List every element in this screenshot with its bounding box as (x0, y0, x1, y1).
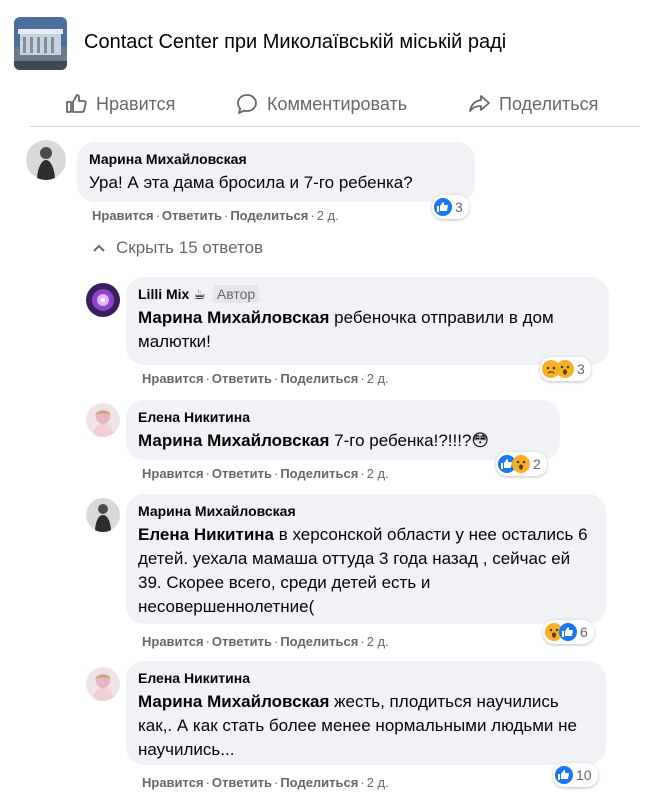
thumbs-up-icon (66, 94, 87, 113)
reply-link[interactable]: Ответить (212, 466, 272, 481)
reaction-summary[interactable]: 3 (432, 195, 469, 219)
wow-icon (512, 455, 530, 473)
reply-bubble: Марина Михайловская Елена Никитина в хер… (126, 494, 606, 624)
timestamp[interactable]: 2 д. (367, 775, 389, 790)
page-avatar[interactable] (14, 17, 67, 70)
like-link[interactable]: Нравится (142, 466, 204, 481)
share-link[interactable]: Поделиться (280, 371, 358, 386)
comment-bubble: Марина Михайловская Ура! А эта дама брос… (77, 142, 475, 202)
reply-author[interactable]: Марина Михайловская (138, 502, 594, 520)
like-link[interactable]: Нравится (142, 634, 204, 649)
reaction-summary[interactable]: 2 (496, 452, 547, 476)
share-link[interactable]: Поделиться (280, 634, 358, 649)
hide-replies-label: Скрыть 15 ответов (116, 238, 264, 257)
reply-link[interactable]: Ответить (212, 775, 272, 790)
reaction-count: 10 (576, 767, 592, 783)
share-button-label: Поделиться (499, 93, 599, 114)
mention-link[interactable]: Марина Михайловская (138, 692, 329, 711)
comment-author[interactable]: Марина Михайловская (89, 150, 463, 168)
reaction-count: 6 (580, 624, 588, 640)
like-button-label: Нравится (96, 93, 176, 114)
reply-bubble: Lilli Mix ☕ Автор Марина Михайловская ре… (126, 277, 609, 365)
comment-button[interactable]: Комментировать (235, 89, 407, 119)
mention-link[interactable]: Марина Михайловская (138, 308, 329, 327)
avatar[interactable] (86, 403, 120, 437)
reaction-count: 3 (577, 361, 585, 377)
reply-meta: Нравится · Ответить · Поделиться · 2 д. (142, 466, 389, 481)
mention-link[interactable]: Марина Михайловская (138, 431, 329, 450)
share-link[interactable]: Поделиться (230, 208, 308, 223)
share-link[interactable]: Поделиться (280, 775, 358, 790)
reply-text: Марина Михайловская жесть, плодиться нау… (138, 692, 577, 759)
avatar[interactable] (86, 283, 120, 317)
reply-link[interactable]: Ответить (212, 634, 272, 649)
reply-meta: Нравится · Ответить · Поделиться · 2 д. (142, 634, 389, 649)
reply-author[interactable]: Елена Никитина (138, 669, 594, 687)
avatar[interactable] (86, 498, 120, 532)
reply-text: Елена Никитина в херсонской области у не… (138, 525, 588, 616)
like-icon (555, 766, 573, 784)
comment-text: Ура! А эта дама бросила и 7-го ребенка? (89, 173, 413, 192)
like-link[interactable]: Нравится (142, 371, 204, 386)
coffee-icon: ☕ (193, 286, 206, 302)
reply-text: Марина Михайловская ребеночка отправили … (138, 308, 554, 351)
comment-button-label: Комментировать (267, 93, 408, 114)
share-icon (469, 95, 490, 112)
page-name[interactable]: Contact Center при Миколаївській міській… (84, 31, 506, 54)
reply-text: Марина Михайловская 7-го ребенка!?!!!?😳 (138, 431, 490, 450)
chevron-up-icon (93, 244, 105, 252)
hide-replies-toggle[interactable]: Скрыть 15 ответов (92, 238, 263, 258)
reply-bubble: Елена Никитина Марина Михайловская 7-го … (126, 400, 560, 460)
avatar[interactable] (26, 140, 66, 180)
post-header: Contact Center при Миколаївській міській… (0, 0, 660, 86)
timestamp[interactable]: 2 д. (317, 208, 339, 223)
reply-link[interactable]: Ответить (212, 371, 272, 386)
post-action-bar: Нравится Комментировать Поделиться (30, 83, 640, 127)
share-link[interactable]: Поделиться (280, 466, 358, 481)
timestamp[interactable]: 2 д. (367, 371, 389, 386)
like-icon (559, 623, 577, 641)
timestamp[interactable]: 2 д. (367, 466, 389, 481)
comment-icon (237, 94, 257, 114)
timestamp[interactable]: 2 д. (367, 634, 389, 649)
reaction-count: 2 (533, 456, 541, 472)
reaction-summary[interactable]: 6 (543, 620, 594, 644)
mention-link[interactable]: Елена Никитина (138, 525, 274, 544)
reply-author[interactable]: Елена Никитина (138, 408, 548, 426)
author-badge: Автор (212, 285, 260, 303)
like-link[interactable]: Нравится (142, 775, 204, 790)
like-button[interactable]: Нравится (64, 89, 175, 119)
reaction-count: 3 (455, 199, 463, 215)
reply-link[interactable]: Ответить (162, 208, 222, 223)
reaction-summary[interactable]: 3 (540, 357, 591, 381)
wow-icon (556, 360, 574, 378)
reply-bubble: Елена Никитина Марина Михайловская жесть… (126, 661, 606, 765)
reply-meta: Нравится · Ответить · Поделиться · 2 д. (142, 371, 389, 386)
like-link[interactable]: Нравится (92, 208, 154, 223)
reply-author[interactable]: Lilli Mix ☕ Автор (138, 285, 597, 303)
reply-meta: Нравится · Ответить · Поделиться · 2 д. (142, 775, 389, 790)
like-icon (434, 198, 452, 216)
reaction-summary[interactable]: 10 (553, 763, 598, 787)
comment-meta: Нравится · Ответить · Поделиться · 2 д. (92, 208, 339, 223)
avatar[interactable] (86, 667, 120, 701)
share-button[interactable]: Поделиться (467, 89, 598, 119)
